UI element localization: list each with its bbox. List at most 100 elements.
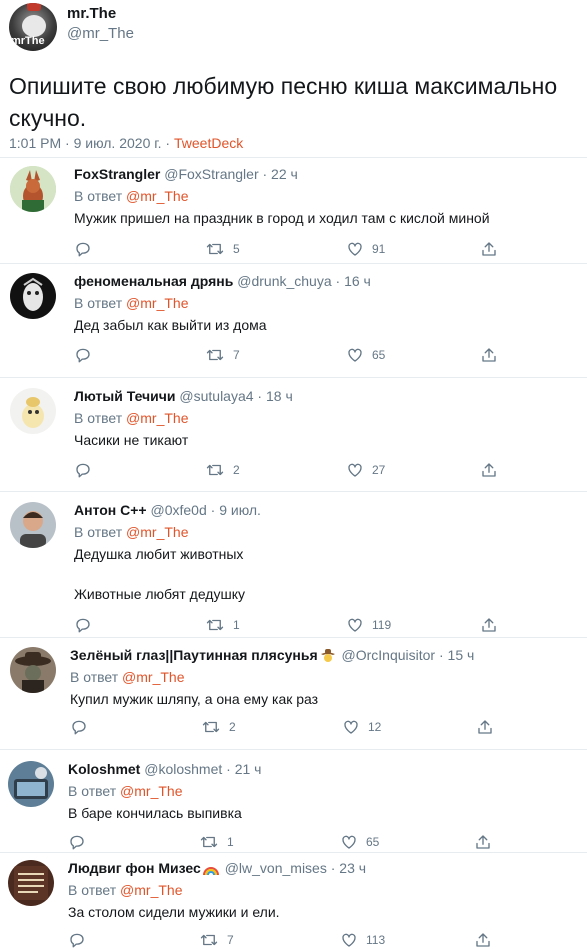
reply-author-handle[interactable]: @OrcInquisitor xyxy=(342,647,436,663)
reply-button[interactable] xyxy=(68,832,86,852)
share-button[interactable] xyxy=(480,460,498,480)
reply-time[interactable]: · 21 ч xyxy=(222,761,261,777)
reply-prefix: В ответ xyxy=(70,669,123,685)
retweet-count: 7 xyxy=(233,348,240,362)
reply-text: Дед забыл как выйти из дома xyxy=(74,317,267,333)
reply-header: Антон С++ @0xfe0d · 9 июл. xyxy=(74,502,261,518)
reply-button[interactable] xyxy=(74,239,92,259)
tweet-header: mrThe mr.The @mr_The xyxy=(0,0,587,60)
retweet-button[interactable]: 7 xyxy=(199,930,234,950)
reply-author-handle[interactable]: @lw_von_mises xyxy=(225,860,327,876)
reply-author-name[interactable]: Koloshmet xyxy=(68,761,140,777)
author-name[interactable]: mr.The xyxy=(67,5,116,22)
retweet-count: 1 xyxy=(233,618,240,632)
reply-mention[interactable]: @mr_The xyxy=(120,783,182,799)
retweet-button[interactable]: 1 xyxy=(199,832,234,852)
reply-actions: 1 65 xyxy=(68,832,528,852)
reply-author-handle[interactable]: @drunk_chuya xyxy=(237,273,331,289)
share-button[interactable] xyxy=(474,832,492,852)
reply-header: феноменальная дрянь @drunk_chuya · 16 ч xyxy=(74,273,371,289)
like-button[interactable]: 65 xyxy=(340,832,379,852)
cowboy-emoji-icon xyxy=(320,648,336,665)
reply-mention[interactable]: @mr_The xyxy=(122,669,184,685)
reply-avatar[interactable] xyxy=(10,166,56,212)
reply-icon xyxy=(74,346,92,364)
reply-author-handle[interactable]: @sutulaya4 xyxy=(179,388,253,404)
reply-author-name[interactable]: Антон С++ xyxy=(74,502,147,518)
reply-time[interactable]: · 18 ч xyxy=(254,388,292,404)
share-icon xyxy=(480,461,498,479)
reply-avatar[interactable] xyxy=(8,860,54,906)
like-button[interactable]: 119 xyxy=(346,615,391,635)
reply-mention[interactable]: @mr_The xyxy=(120,882,182,898)
reply-avatar[interactable] xyxy=(10,388,56,434)
retweet-button[interactable]: 5 xyxy=(205,239,240,259)
reply-context: В ответ @mr_The xyxy=(74,524,188,540)
divider xyxy=(0,637,587,638)
retweet-count: 2 xyxy=(229,720,236,734)
reply-header: Лютый Течичи @sutulaya4 · 18 ч xyxy=(74,388,293,404)
reply-mention[interactable]: @mr_The xyxy=(126,410,188,426)
reply-author-handle[interactable]: @FoxStrangler xyxy=(164,166,258,182)
like-icon xyxy=(346,346,364,364)
reply-author-name[interactable]: феноменальная дрянь xyxy=(74,273,233,289)
reply-text: Дедушка любит животных xyxy=(74,546,244,562)
like-button[interactable]: 27 xyxy=(346,460,385,480)
like-button[interactable]: 91 xyxy=(346,239,385,259)
retweet-button[interactable]: 2 xyxy=(201,717,236,737)
reply-button[interactable] xyxy=(74,615,92,635)
reply-header: Koloshmet @koloshmet · 21 ч xyxy=(68,761,261,777)
tweet-source[interactable]: TweetDeck xyxy=(174,135,243,151)
like-button[interactable]: 65 xyxy=(346,345,385,365)
author-handle[interactable]: @mr_The xyxy=(67,25,134,42)
share-button[interactable] xyxy=(480,345,498,365)
reply-button[interactable] xyxy=(68,930,86,950)
reply-author-name[interactable]: Людвиг фон Мизес xyxy=(68,860,201,876)
reply-header: Зелёный глаз||Паутинная плясунья @OrcInq… xyxy=(70,647,474,665)
reply-avatar[interactable] xyxy=(8,761,54,807)
reply-mention[interactable]: @mr_The xyxy=(126,188,188,204)
retweet-button[interactable]: 1 xyxy=(205,615,240,635)
reply-author-handle[interactable]: @0xfe0d xyxy=(151,502,207,518)
share-button[interactable] xyxy=(480,615,498,635)
reply-author-name[interactable]: FoxStrangler xyxy=(74,166,160,182)
reply-author-name[interactable]: Лютый Течичи xyxy=(74,388,176,404)
share-button[interactable] xyxy=(480,239,498,259)
retweet-button[interactable]: 2 xyxy=(205,460,240,480)
retweet-icon xyxy=(199,833,219,851)
reply-mention[interactable]: @mr_The xyxy=(126,295,188,311)
author-avatar[interactable]: mrThe xyxy=(9,3,57,51)
reply-context: В ответ @mr_The xyxy=(74,295,188,311)
share-button[interactable] xyxy=(476,717,494,737)
reply-mention[interactable]: @mr_The xyxy=(126,524,188,540)
reply-time[interactable]: · 23 ч xyxy=(327,860,366,876)
reply-button[interactable] xyxy=(70,717,88,737)
like-button[interactable]: 113 xyxy=(340,930,385,950)
share-button[interactable] xyxy=(474,930,492,950)
reply-time[interactable]: · 9 июл. xyxy=(207,502,261,518)
reply-time[interactable]: · 16 ч xyxy=(332,273,371,289)
tweet-meta: 1:01 PM · 9 июл. 2020 г. · TweetDeck xyxy=(9,135,243,151)
reply-author-name[interactable]: Зелёный глаз||Паутинная плясунья xyxy=(70,647,318,663)
reply-text-second-line: Животные любят дедушку xyxy=(74,586,245,602)
reply-context: В ответ @mr_The xyxy=(68,882,182,898)
like-icon xyxy=(340,833,358,851)
reply-actions: 2 27 xyxy=(74,460,534,480)
share-icon xyxy=(474,931,492,949)
reply-author-handle[interactable]: @koloshmet xyxy=(144,761,222,777)
reply-avatar[interactable] xyxy=(10,647,56,693)
reply-avatar[interactable] xyxy=(10,502,56,548)
avatar-text: mrThe xyxy=(11,35,45,47)
like-count: 12 xyxy=(368,720,382,734)
tweet-time[interactable]: 1:01 PM · 9 июл. 2020 г. · xyxy=(9,135,174,151)
reply-button[interactable] xyxy=(74,460,92,480)
like-button[interactable]: 12 xyxy=(342,717,381,737)
reply-actions: 2 12 xyxy=(70,717,530,737)
reply-button[interactable] xyxy=(74,345,92,365)
reply-avatar[interactable] xyxy=(10,273,56,319)
like-count: 119 xyxy=(372,618,392,632)
reply-time[interactable]: · 22 ч xyxy=(259,166,297,182)
reply-text: В баре кончилась выпивка xyxy=(68,805,242,821)
retweet-button[interactable]: 7 xyxy=(205,345,240,365)
reply-time[interactable]: · 15 ч xyxy=(435,647,474,663)
